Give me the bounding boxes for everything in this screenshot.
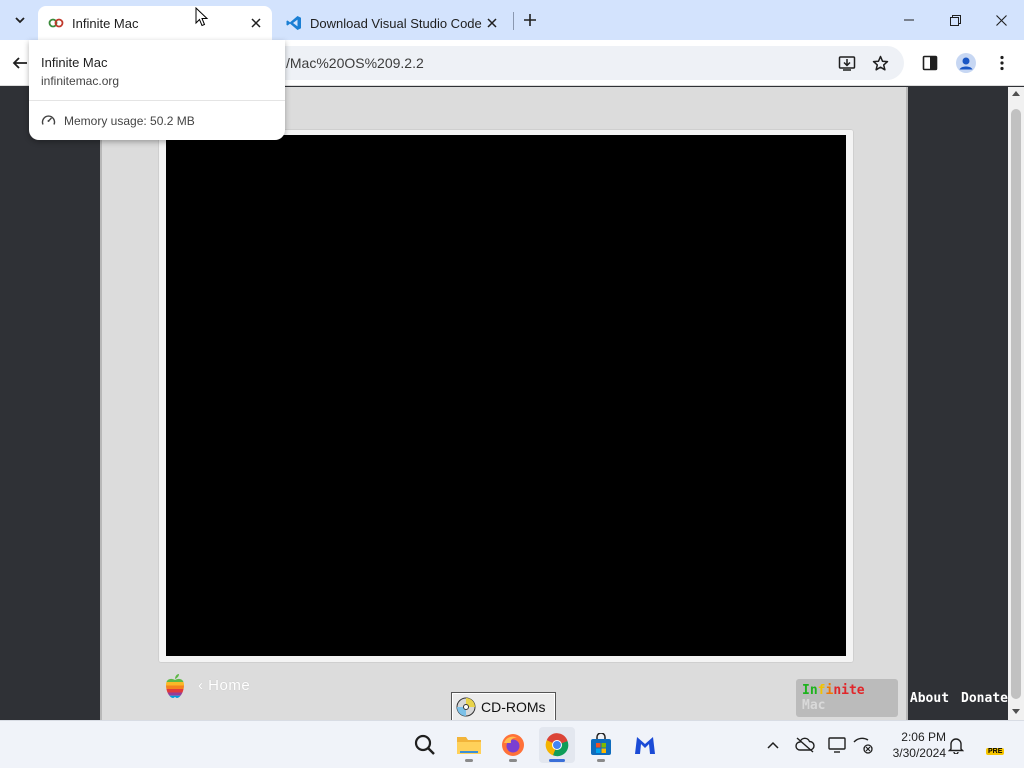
taskbar-search[interactable] — [407, 727, 443, 763]
install-app-icon — [838, 56, 856, 71]
page-scrollbar[interactable] — [1008, 87, 1024, 720]
hover-card-title: Infinite Mac — [41, 55, 108, 70]
onedrive-status[interactable] — [795, 735, 815, 755]
infinite-mac-icon — [48, 15, 64, 31]
clock-time: 2:06 PM — [901, 730, 946, 744]
new-tab-button[interactable] — [518, 8, 542, 32]
close-icon — [995, 14, 1007, 26]
running-indicator — [597, 759, 605, 762]
close-icon — [487, 18, 497, 28]
firefox-icon — [502, 734, 524, 756]
minimize-icon — [904, 19, 914, 21]
url-text: /Mac%20OS%209.2.2 — [286, 55, 424, 71]
apple-logo-icon — [166, 674, 184, 698]
install-app-button[interactable] — [837, 53, 857, 73]
clock-date: 3/30/2024 — [892, 746, 946, 760]
infinite-mac-brand[interactable]: Infinite Mac — [796, 679, 898, 717]
display-settings[interactable] — [827, 735, 847, 755]
tab-title: Download Visual Studio Code — [310, 15, 482, 31]
close-window-button[interactable] — [979, 6, 1023, 34]
bookmark-button[interactable] — [870, 53, 890, 73]
network-disconnected-icon — [853, 737, 873, 754]
cd-roms-label: CD-ROMs — [481, 699, 546, 715]
chevron-up-icon — [767, 741, 779, 749]
tab-separator — [513, 12, 514, 30]
running-indicator — [549, 759, 565, 762]
memory-usage: Memory usage: 50.2 MB — [41, 113, 195, 128]
cd-roms-button[interactable]: CD-ROMs — [451, 692, 556, 720]
windows-taskbar: 2:06 PM 3/30/2024 PRE — [0, 720, 1024, 768]
store-icon — [591, 733, 611, 755]
arrow-left-icon — [12, 57, 27, 69]
mouse-cursor-icon — [195, 7, 209, 27]
memory-usage-text: Memory usage: 50.2 MB — [64, 113, 195, 128]
side-panel-button[interactable] — [920, 53, 940, 73]
side-panel-icon — [922, 55, 938, 71]
chrome-icon — [545, 733, 569, 757]
taskbar-malwarebytes[interactable] — [627, 727, 663, 763]
taskbar-firefox[interactable] — [495, 727, 531, 763]
more-vertical-icon — [1000, 55, 1004, 71]
tab-strip: Infinite Mac Download Visual Studio Code — [0, 0, 1024, 40]
chevron-down-icon — [15, 17, 25, 24]
restore-button[interactable] — [933, 6, 977, 34]
malwarebytes-icon — [635, 737, 655, 754]
monitor-icon — [828, 737, 846, 753]
close-icon — [251, 18, 261, 28]
hover-card-divider — [29, 100, 285, 101]
search-icon — [414, 734, 435, 755]
profile-button[interactable] — [956, 53, 976, 73]
donate-link[interactable]: Donate — [961, 691, 1008, 706]
folder-icon — [457, 737, 481, 754]
scroll-up-arrow-icon[interactable] — [1012, 91, 1020, 96]
bell-icon — [948, 737, 964, 754]
pre-release-badge: PRE — [986, 748, 1005, 755]
home-link[interactable]: ‹ Home — [198, 677, 250, 694]
tab-search-button[interactable] — [8, 8, 32, 32]
star-icon — [872, 55, 888, 71]
running-indicator — [509, 759, 517, 762]
gauge-icon — [41, 115, 56, 125]
running-indicator — [465, 759, 473, 762]
taskbar-chrome[interactable] — [539, 727, 575, 763]
tab-infinite-mac[interactable]: Infinite Mac — [38, 6, 272, 40]
scrollbar-thumb[interactable] — [1011, 109, 1021, 699]
taskbar-file-explorer[interactable] — [451, 727, 487, 763]
scroll-down-arrow-icon[interactable] — [1012, 709, 1020, 714]
emulator-screen[interactable] — [166, 135, 846, 656]
cloud-offline-icon — [795, 737, 815, 753]
tab-title: Infinite Mac — [72, 15, 139, 31]
taskbar-microsoft-store[interactable] — [583, 727, 619, 763]
vscode-icon — [286, 15, 302, 31]
brand-bar: Infinite Mac About Donate — [796, 679, 1008, 717]
system-clock[interactable]: 2:06 PM 3/30/2024 — [880, 729, 946, 761]
notifications-button[interactable] — [946, 735, 966, 755]
network-volume-status[interactable] — [853, 735, 873, 755]
close-tab-button[interactable] — [246, 13, 266, 33]
show-hidden-icons-button[interactable] — [763, 735, 783, 755]
tab-hover-card: Infinite Mac infinitemac.org Memory usag… — [29, 40, 285, 140]
minimize-button[interactable] — [887, 6, 931, 34]
cd-rom-icon — [456, 697, 476, 717]
about-link[interactable]: About — [910, 691, 949, 706]
restore-icon — [949, 14, 961, 26]
hover-card-domain: infinitemac.org — [41, 74, 120, 88]
tab-vscode-download[interactable]: Download Visual Studio Code — [276, 6, 508, 40]
page-viewport: ‹ Home Infinite Mac About Donate CD-ROMs — [0, 87, 1008, 720]
menu-button[interactable] — [992, 53, 1012, 73]
close-tab-button[interactable] — [482, 13, 502, 33]
mac-monitor: ‹ Home — [100, 87, 908, 720]
plus-icon — [524, 14, 536, 26]
profile-icon — [956, 53, 976, 73]
